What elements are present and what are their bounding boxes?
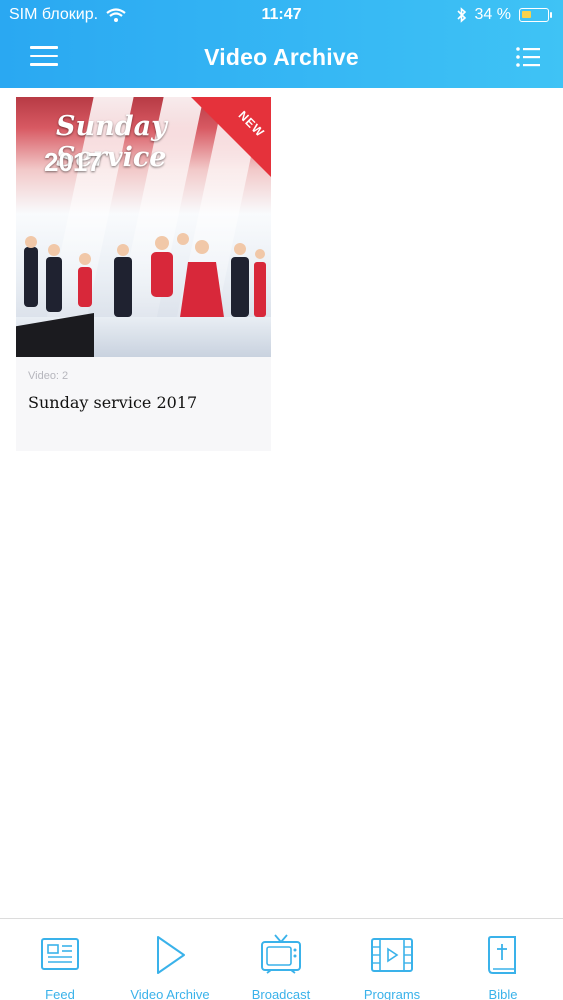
tab-feed-label: Feed bbox=[45, 987, 75, 1000]
video-count: Video: 2 bbox=[28, 370, 69, 382]
bluetooth-icon bbox=[456, 7, 466, 23]
tab-broadcast-label: Broadcast bbox=[251, 987, 311, 1000]
tab-programs[interactable]: Programs bbox=[336, 927, 448, 1000]
newspaper-icon bbox=[41, 938, 79, 970]
tab-bar: Feed Video Archive Broadcast Programs Bi… bbox=[0, 918, 563, 1000]
app-header: SIM блокир. 11:47 34 % Video Archive bbox=[0, 0, 563, 88]
tab-bible[interactable]: Bible bbox=[447, 927, 559, 1000]
list-view-icon[interactable] bbox=[515, 44, 541, 70]
tab-video-archive[interactable]: Video Archive bbox=[114, 927, 226, 1000]
nav-bar: Video Archive bbox=[0, 30, 563, 88]
tab-programs-label: Programs bbox=[363, 987, 421, 1000]
page-title: Video Archive bbox=[204, 44, 359, 70]
tab-bible-label: Bible bbox=[488, 987, 518, 1000]
tab-feed[interactable]: Feed bbox=[4, 927, 116, 1000]
tab-video-archive-label: Video Archive bbox=[130, 987, 210, 1000]
video-title: Sunday service 2017 bbox=[28, 393, 198, 412]
video-thumbnail[interactable]: Sunday Service 2017 NEW bbox=[16, 97, 271, 357]
thumbnail-year: 2017 bbox=[44, 147, 102, 177]
battery-icon bbox=[519, 8, 552, 22]
film-icon bbox=[371, 938, 413, 972]
tv-icon bbox=[261, 934, 301, 974]
battery-percent: 34 % bbox=[474, 6, 511, 23]
tab-broadcast[interactable]: Broadcast bbox=[225, 927, 337, 1000]
video-card[interactable]: Sunday Service 2017 NEW Video: 2 Sunday … bbox=[16, 97, 271, 451]
new-badge-label: NEW bbox=[235, 108, 268, 140]
status-right: 34 % bbox=[456, 6, 552, 24]
play-icon bbox=[157, 936, 185, 974]
status-bar: SIM блокир. 11:47 34 % bbox=[0, 0, 563, 30]
bible-icon bbox=[488, 936, 516, 974]
